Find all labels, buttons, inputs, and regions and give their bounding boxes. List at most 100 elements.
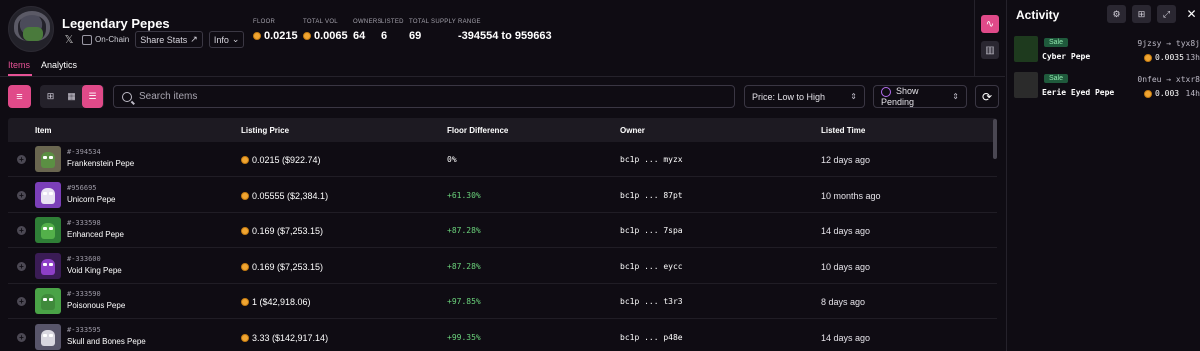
bar-chart-icon[interactable]: ▥ xyxy=(981,41,999,59)
bitcoin-icon xyxy=(241,191,249,200)
item-name[interactable]: Enhanced Pepe xyxy=(67,230,124,239)
listing-price: 1 ($42,918.06) xyxy=(241,297,311,307)
table-row[interactable]: + #-333595 Skull and Bones Pepe 3.33 ($1… xyxy=(8,320,997,351)
column-header-price[interactable]: Listing Price xyxy=(241,126,289,135)
refresh-icon: ⟳ xyxy=(981,89,993,104)
stat-value: 69 xyxy=(409,30,422,42)
activity-item[interactable]: Sale Cyber Pepe 9jzsy → tyx8j 0.0035 13h xyxy=(1014,36,1200,66)
grid-icon[interactable]: ⊞ xyxy=(1132,5,1151,23)
x-logo-icon[interactable]: 𝕏 xyxy=(62,33,76,46)
grid-small-icon[interactable]: ▦ xyxy=(61,85,82,108)
item-number: #956695 xyxy=(67,183,97,192)
stat-label: FLOOR xyxy=(253,19,276,25)
owner-address[interactable]: bc1p ... eycc xyxy=(620,262,683,271)
stat-total-vol: TOTAL VOL 0.0065 xyxy=(303,19,353,42)
table-scrollbar[interactable] xyxy=(993,119,997,159)
collection-avatar xyxy=(8,6,54,52)
item-number: #-333600 xyxy=(67,254,101,263)
activity-controls: ⚙ ⊞ ⤢ ✕ xyxy=(1107,5,1200,23)
activity-time: 14h xyxy=(1185,89,1200,98)
table-row[interactable]: + #-394534 Frankenstein Pepe 0.0215 ($92… xyxy=(8,142,997,177)
owner-address[interactable]: bc1p ... 7spa xyxy=(620,226,683,235)
bitcoin-icon xyxy=(241,298,249,306)
owner-address[interactable]: bc1p ... myzx xyxy=(620,155,683,164)
expand-row-icon[interactable]: + xyxy=(17,226,26,235)
expand-row-icon[interactable]: + xyxy=(17,332,26,342)
filter-icon: ≡ xyxy=(16,90,23,103)
column-header-listed-time[interactable]: Listed Time xyxy=(821,126,865,135)
info-label: Info xyxy=(213,34,229,45)
activity-time: 13h xyxy=(1185,53,1200,62)
grid-large-icon[interactable]: ⊞ xyxy=(40,85,61,108)
on-chain-link[interactable]: On-Chain xyxy=(82,34,130,45)
item-name[interactable]: Frankenstein Pepe xyxy=(67,159,134,168)
stat-label: TOTAL VOL xyxy=(303,19,338,25)
owner-address[interactable]: bc1p ... 87pt xyxy=(620,191,683,200)
tab-bar: Items Analytics xyxy=(8,60,77,70)
owner-address[interactable]: bc1p ... t3r3 xyxy=(620,297,683,306)
info-dropdown[interactable]: Info ⌄ xyxy=(208,31,245,48)
stat-label: TOTAL SUPPLY xyxy=(409,19,457,25)
stat-value: 0.0065 xyxy=(303,30,353,42)
item-name[interactable]: Unicorn Pepe xyxy=(67,195,115,204)
tab-analytics[interactable]: Analytics xyxy=(41,60,77,70)
item-number: #-394534 xyxy=(67,148,101,156)
chain-icon xyxy=(82,34,92,45)
share-stats-label: Share Stats xyxy=(140,34,188,45)
bitcoin-icon xyxy=(241,156,249,164)
item-number: #-333598 xyxy=(67,219,101,227)
table-row[interactable]: + #956695 Unicorn Pepe 0.05555 ($2,384.1… xyxy=(8,178,997,213)
stat-value: 0.0215 xyxy=(253,30,303,42)
item-name[interactable]: Poisonous Pepe xyxy=(67,301,125,310)
floor-difference: +97.85% xyxy=(447,297,481,306)
search-bar xyxy=(113,85,735,108)
activity-item[interactable]: Sale Eerie Eyed Pepe 0nfeu → xtxr8 0.003… xyxy=(1014,72,1200,102)
table-row[interactable]: + #-333598 Enhanced Pepe 0.169 ($7,253.1… xyxy=(8,213,997,248)
column-header-owner[interactable]: Owner xyxy=(620,126,645,135)
chart-toggle-group: ∿ ▥ xyxy=(981,15,999,67)
bitcoin-icon xyxy=(1144,89,1152,98)
stat-label: RANGE xyxy=(458,19,481,25)
owner-address[interactable]: bc1p ... p48e xyxy=(620,333,683,342)
close-icon[interactable]: ✕ xyxy=(1182,5,1200,23)
filter-button[interactable]: ≡ xyxy=(8,85,31,108)
tab-items[interactable]: Items xyxy=(8,60,30,70)
item-thumbnail xyxy=(35,217,61,243)
sort-select[interactable]: Price: Low to High ⇕ xyxy=(744,85,865,108)
expand-row-icon[interactable]: + xyxy=(17,297,26,306)
search-input[interactable] xyxy=(139,91,699,102)
collection-links: 𝕏 On-Chain Share Stats ↗ Info ⌄ xyxy=(62,31,245,48)
expand-row-icon[interactable]: + xyxy=(17,190,26,200)
refresh-button[interactable]: ⟳ xyxy=(975,85,999,108)
activity-thumbnail xyxy=(1014,72,1038,98)
column-header-item[interactable]: Item xyxy=(35,126,51,135)
bitcoin-icon xyxy=(303,32,311,40)
expand-row-icon[interactable]: + xyxy=(17,155,26,164)
stat-owners: OWNERS 64 xyxy=(353,19,382,42)
listed-time: 10 days ago xyxy=(821,261,871,272)
share-stats-button[interactable]: Share Stats ↗ xyxy=(135,31,203,48)
bitcoin-icon xyxy=(253,32,261,40)
pending-select[interactable]: Show Pending ⇕ xyxy=(873,85,967,108)
activity-chart-icon[interactable]: ∿ xyxy=(981,15,999,33)
list-view-icon[interactable]: ☰ xyxy=(82,85,103,108)
divider xyxy=(974,0,975,77)
stat-floor: FLOOR 0.0215 xyxy=(253,19,303,42)
divider xyxy=(0,76,1005,77)
bitcoin-icon xyxy=(241,333,249,342)
on-chain-label: On-Chain xyxy=(95,35,130,44)
table-row[interactable]: + #-333590 Poisonous Pepe 1 ($42,918.06)… xyxy=(8,284,997,319)
floor-difference: +61.30% xyxy=(447,190,481,200)
table-row[interactable]: + #-333600 Void King Pepe 0.169 ($7,253.… xyxy=(8,249,997,284)
stat-value: 64 xyxy=(353,30,366,42)
expand-icon[interactable]: ⤢ xyxy=(1157,5,1176,23)
stats-bar: FLOOR 0.0215 TOTAL VOL 0.0065 OWNERS 64 … xyxy=(253,19,568,42)
collection-header: Legendary Pepes 𝕏 On-Chain Share Stats ↗… xyxy=(0,0,975,76)
column-header-floor-diff[interactable]: Floor Difference xyxy=(447,126,508,135)
item-name[interactable]: Void King Pepe xyxy=(67,266,122,275)
sliders-icon[interactable]: ⚙ xyxy=(1107,5,1126,23)
external-link-icon: ↗ xyxy=(190,34,198,44)
stat-listed: LISTED 6 xyxy=(381,19,409,42)
expand-row-icon[interactable]: + xyxy=(17,261,26,271)
item-name[interactable]: Skull and Bones Pepe xyxy=(67,337,146,346)
